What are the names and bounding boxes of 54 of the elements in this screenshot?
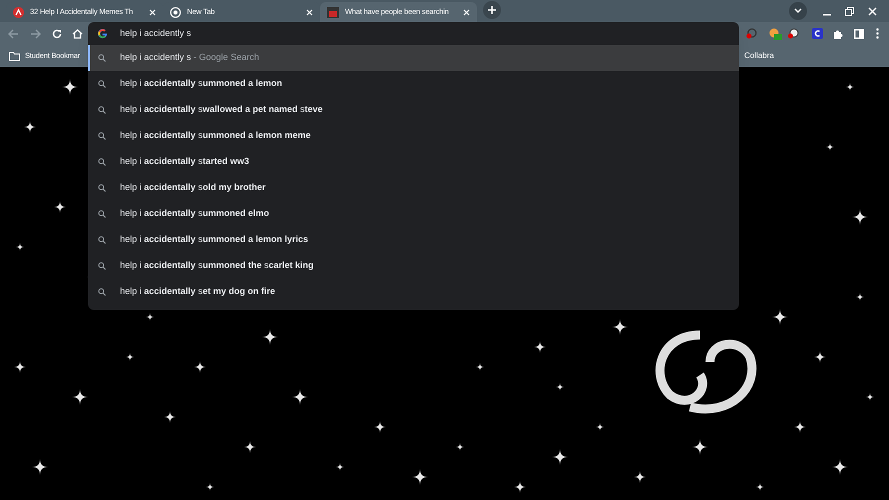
home-icon[interactable] bbox=[72, 28, 83, 38]
suggestion-text: help i accidentally summoned elmo bbox=[120, 207, 270, 220]
suggestion-row[interactable]: help i accidently s - Google Search bbox=[88, 45, 739, 71]
restore-icon[interactable] bbox=[845, 7, 854, 16]
tab-search-button[interactable] bbox=[789, 2, 807, 20]
suggestion-row[interactable]: help i accidentally swallowed a pet named steve bbox=[88, 97, 739, 123]
suggestion-row[interactable]: help i accidentally summoned the scarlet king bbox=[88, 253, 739, 279]
suggestion-text: help i accidentally summoned the scarlet king bbox=[120, 259, 314, 272]
close-icon[interactable] bbox=[463, 8, 470, 16]
more-menu-icon[interactable] bbox=[876, 28, 879, 39]
search-icon bbox=[98, 54, 106, 62]
tab-favicon-icon bbox=[327, 6, 339, 18]
folder-icon bbox=[9, 52, 20, 60]
suggestion-row[interactable]: help i accidentally summoned a lemon meme bbox=[88, 123, 739, 149]
suggestion-row[interactable]: help i accidentally summoned a lemon lyrics bbox=[88, 227, 739, 253]
search-icon bbox=[98, 106, 106, 114]
suggestion-text: help i accidentally summoned a lemon bbox=[120, 77, 282, 90]
chevron-down-icon bbox=[794, 8, 802, 14]
suggestion-row[interactable]: help i accidentally summoned a lemon bbox=[88, 71, 739, 97]
google-logo-icon bbox=[97, 28, 108, 39]
suggestion-text: help i accidentally started ww3 bbox=[120, 155, 250, 168]
search-icon bbox=[98, 288, 106, 296]
close-icon[interactable] bbox=[149, 8, 156, 16]
search-icon bbox=[98, 262, 106, 270]
search-icon bbox=[98, 236, 106, 244]
minimize-icon[interactable] bbox=[823, 14, 831, 16]
close-icon[interactable] bbox=[306, 8, 313, 16]
puzzle-icon[interactable] bbox=[833, 28, 843, 38]
suggestion-text: help i accidentally sold my brother bbox=[120, 181, 266, 194]
suggestion-text: help i accidentally summoned a lemon lyrics bbox=[120, 233, 308, 246]
suggestion-row[interactable]: help i accidentally set my dog on fire bbox=[88, 279, 739, 305]
address-input-field[interactable]: help i accidently s bbox=[120, 26, 739, 40]
suggestion-text: help i accidently s - Google Search bbox=[120, 51, 260, 64]
suggestion-text: help i accidentally set my dog on fire bbox=[120, 285, 276, 298]
suggestion-text: help i accidentally swallowed a pet named steve bbox=[120, 103, 323, 116]
bookmark-link[interactable]: Collabra bbox=[744, 50, 774, 62]
plus-icon bbox=[487, 5, 497, 15]
search-icon bbox=[98, 184, 106, 192]
suggestion-row[interactable]: help i accidentally started ww3 bbox=[88, 149, 739, 175]
new-tab-button[interactable] bbox=[483, 1, 501, 19]
search-icon bbox=[98, 80, 106, 88]
suggestion-row[interactable]: help i accidentally summoned elmo bbox=[88, 201, 739, 227]
suggestion-row[interactable]: help i accidentally sold my brother bbox=[88, 175, 739, 201]
suggestion-text: help i accidentally summoned a lemon meme bbox=[120, 129, 311, 142]
close-icon[interactable] bbox=[868, 7, 877, 16]
extension-icon[interactable] bbox=[788, 28, 799, 39]
side-panel-icon[interactable] bbox=[854, 28, 864, 38]
search-icon bbox=[98, 132, 106, 140]
search-icon bbox=[98, 210, 106, 218]
reload-icon[interactable] bbox=[52, 28, 62, 38]
search-icon bbox=[98, 158, 106, 166]
tab-favicon-icon bbox=[13, 6, 24, 18]
letter-c-extension-icon[interactable] bbox=[812, 28, 823, 39]
globe-icon bbox=[170, 6, 181, 18]
